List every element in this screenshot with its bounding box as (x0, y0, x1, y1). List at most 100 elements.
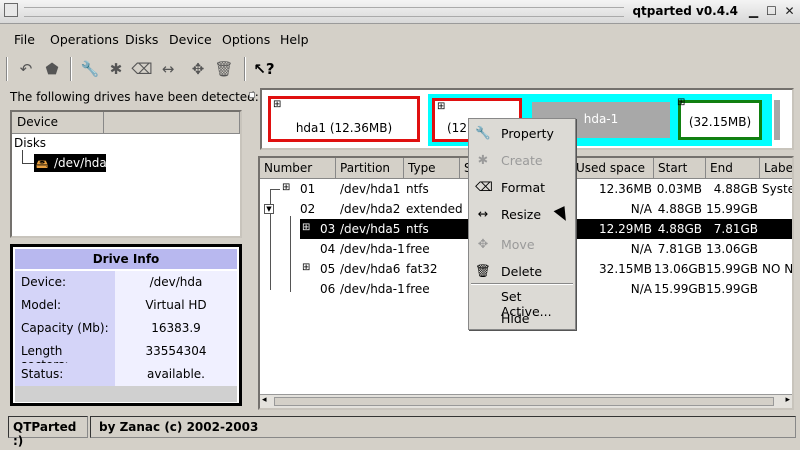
drive-info-key: Length sectors: (15, 340, 115, 372)
menu-file[interactable]: File (14, 32, 35, 47)
partition-hda1-label: hda1 (12.36MB) (295, 121, 393, 135)
move-cross-icon: ✥ (477, 236, 489, 251)
harddisk-icon: 🖴 (36, 157, 49, 171)
menu-item-property[interactable]: 🔧 Property (469, 122, 575, 144)
scrollbar-thumb[interactable] (274, 397, 774, 406)
cell-start: 4.88GB (657, 222, 702, 236)
toolbar-grip (6, 57, 8, 81)
windows-flag-icon: ⊞ (273, 99, 282, 110)
menu-item-format[interactable]: ⌫ Format (469, 176, 575, 198)
menu-item-create[interactable]: ✱ Create (469, 149, 575, 171)
close-icon[interactable]: ✕ (782, 4, 797, 19)
property-wrench-icon[interactable]: 🔧 (78, 58, 102, 80)
move-icon[interactable]: ✥ (186, 58, 210, 80)
column-header-start[interactable]: Start (654, 158, 706, 179)
column-header-label[interactable]: Label (760, 158, 792, 179)
menu-item-hide[interactable]: Hide (469, 307, 575, 329)
menu-item-label: Delete (501, 264, 543, 279)
menu-item-set-active[interactable]: Set Active... (469, 285, 575, 319)
tree-root-disks[interactable]: Disks (14, 136, 46, 150)
resize-icon[interactable]: ↔ (156, 58, 180, 80)
column-header-used-space[interactable]: Used space (572, 158, 654, 179)
drive-info-key: Model: (15, 294, 115, 317)
drive-info-row: Device:/dev/hda (15, 271, 237, 294)
column-header-type[interactable]: Type (404, 158, 460, 179)
menu-disks[interactable]: Disks (125, 32, 158, 47)
windows-flag-icon: ⊞ (437, 101, 446, 112)
minimize-icon[interactable]: ▁ (746, 4, 761, 19)
device-tree[interactable]: Device Disks 🖴 /dev/hda (10, 110, 242, 238)
cell-end: 15.99GB (706, 262, 758, 276)
tree-header-device[interactable]: Device (12, 112, 104, 134)
partition-hda6-block[interactable]: ⊞ (32.15MB) (677, 97, 762, 140)
drive-info-row: Length sectors:33554304 (15, 340, 237, 372)
title-bar: qtparted v0.4.4 ▁ ☐ ✕ (0, 0, 800, 24)
drive-info-value: 16383.9 (115, 317, 237, 340)
undo-icon[interactable]: ↶ (14, 58, 38, 80)
cell-number: 03 (320, 222, 336, 236)
partition-hda1-block[interactable]: ⊞ hda1 (12.36MB) (268, 96, 420, 142)
horizontal-scrollbar[interactable]: ◂ ▸ (260, 394, 792, 408)
cell-partition: /dev/hda1 (340, 182, 401, 196)
free-space-block[interactable] (774, 100, 780, 140)
tree-item-label: /dev/hda (54, 156, 107, 170)
cell-number: 05 (320, 262, 336, 276)
status-right: by Zanac (c) 2002-2003 (90, 416, 796, 438)
drive-info-key: Capacity (Mb): (15, 317, 115, 340)
menu-item-move[interactable]: ✥ Move (469, 233, 575, 255)
tree-header-empty[interactable] (104, 112, 240, 134)
cell-partition: /dev/hda-1 (340, 282, 405, 296)
maximize-icon[interactable]: ☐ (764, 4, 779, 19)
cell-number: 06 (320, 282, 336, 296)
cell-used: 12.29MB (599, 222, 652, 236)
menu-item-delete[interactable]: 🗑 Delete (469, 260, 575, 282)
create-icon[interactable]: ✱ (104, 58, 128, 80)
cell-label: NO N (762, 262, 794, 276)
whats-this-help-icon[interactable]: ↖? (252, 58, 276, 80)
menu-bar: File Operations Disks Device Options Hel… (0, 28, 800, 52)
column-header-partition[interactable]: Partition (336, 158, 404, 179)
cell-type: ntfs (406, 222, 429, 236)
windows-flag-icon: ⊞ (677, 97, 686, 108)
cell-number: 04 (320, 242, 336, 256)
partition-hda6-label: (32.15MB) (688, 115, 752, 129)
cell-label: Syster (762, 182, 792, 196)
cell-type: extended (406, 202, 463, 216)
menu-item-label: Move (501, 237, 535, 252)
menu-item-label: Resize (501, 207, 542, 222)
tree-connector (22, 150, 34, 164)
tree-item-dev-hda[interactable]: 🖴 /dev/hda (34, 154, 107, 172)
format-eraser-icon[interactable]: ⌫ (130, 58, 154, 80)
delete-trash-icon[interactable]: 🗑 (212, 58, 236, 80)
cell-number: 02 (300, 202, 316, 216)
cell-used: 32.15MB (599, 262, 652, 276)
cell-partition: /dev/hda5 (340, 222, 401, 236)
commit-icon[interactable]: ⬟ (40, 58, 64, 80)
cell-start: 15.99GB (654, 282, 706, 296)
collapse-toggle-icon[interactable]: ▼ (264, 204, 274, 214)
title-bar-grip (24, 7, 624, 17)
scroll-right-icon[interactable]: ▸ (785, 395, 790, 405)
menu-options[interactable]: Options (222, 32, 270, 47)
toolbar: ↶ ⬟ 🔧 ✱ ⌫ ↔ ✥ 🗑 ↖? (0, 54, 800, 84)
cell-used: N/A (630, 202, 652, 216)
extended-partition-block: ⊞ (32.15MB) (672, 94, 772, 146)
drive-info-value: available. (115, 363, 237, 386)
cell-type: ntfs (406, 182, 429, 196)
cell-type: free (406, 282, 430, 296)
resize-arrows-icon: ↔ (477, 206, 489, 221)
scroll-left-icon[interactable]: ◂ (262, 395, 267, 405)
menu-help[interactable]: Help (280, 32, 309, 47)
drive-info-row: Model: Virtual HD (15, 294, 237, 317)
drive-info-value: Virtual HD (115, 294, 237, 317)
menu-device[interactable]: Device (169, 32, 212, 47)
menu-operations[interactable]: Operations (50, 32, 119, 47)
tree-branch (270, 182, 280, 190)
splitter-handle[interactable] (249, 92, 255, 98)
column-header-number[interactable]: Number (260, 158, 336, 179)
column-header-end[interactable]: End (706, 158, 760, 179)
drive-info-title: Drive Info (15, 249, 237, 269)
context-menu: 🔧 Property ✱ Create ⌫ Format ↔ Resize ✥ Move … (468, 118, 576, 330)
drive-info-key: Device: (15, 271, 115, 294)
window-menu-button[interactable] (4, 3, 18, 17)
